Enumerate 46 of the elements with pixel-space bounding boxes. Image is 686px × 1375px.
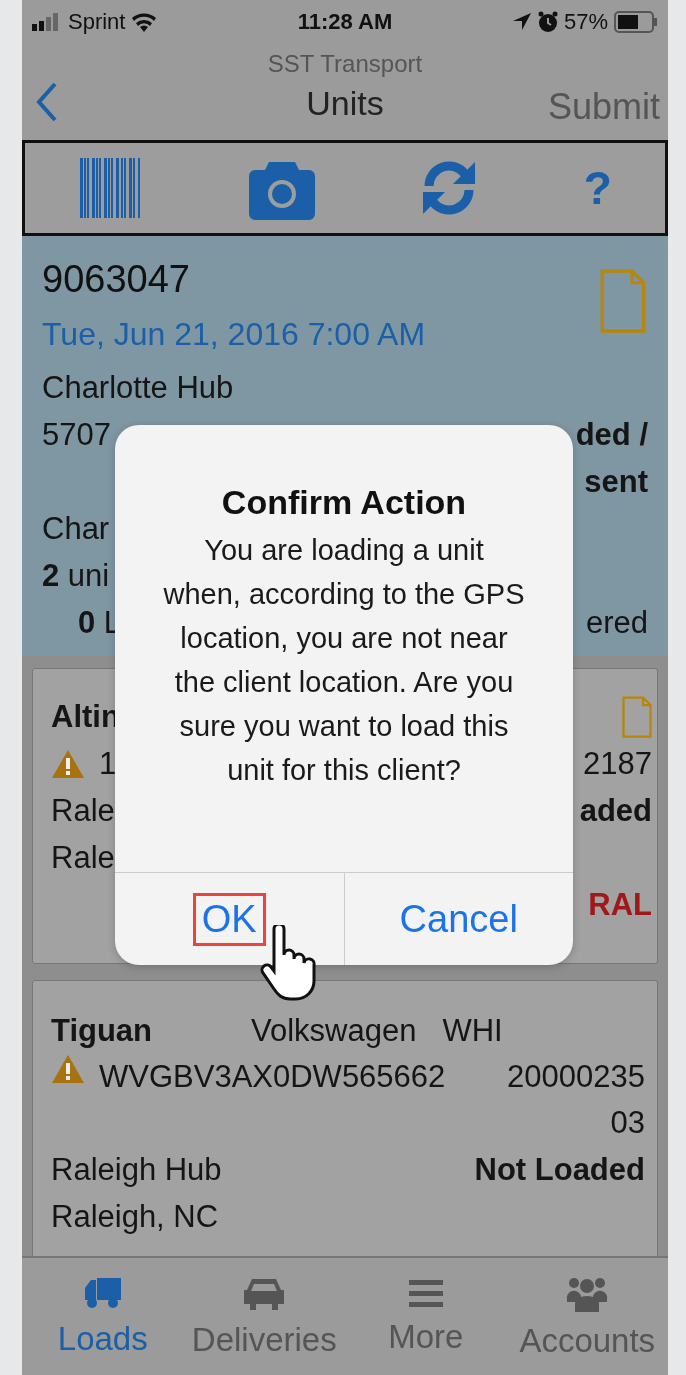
load-number: 9063047 — [42, 258, 190, 302]
unit-location: Raleigh Hub — [51, 1151, 222, 1188]
truck-icon — [82, 1275, 123, 1310]
warning-icon — [51, 748, 85, 779]
load-detail: ered — [585, 604, 648, 641]
unit-detail: Rale — [51, 839, 115, 876]
unit-detail: 1 — [99, 745, 117, 782]
status-time: 11:28 AM — [297, 9, 393, 35]
battery-icon — [614, 11, 658, 33]
unit-code: WHI — [442, 1012, 503, 1049]
barcode-button[interactable] — [78, 156, 143, 220]
menu-icon — [408, 1277, 443, 1308]
unit-status: Not Loaded — [474, 1151, 645, 1188]
app-subtitle: SST Transport — [267, 50, 423, 78]
unit-vin: WVGBV3AX0DW565662 — [99, 1058, 447, 1096]
warning-icon — [51, 1054, 85, 1084]
location-arrow-icon — [511, 12, 532, 32]
unit-detail: Rale — [51, 792, 115, 829]
unit-detail: aded — [579, 792, 652, 829]
help-button[interactable]: ? — [583, 161, 612, 215]
load-detail: sent — [584, 463, 648, 500]
unit-detail: 2187 — [583, 745, 652, 782]
wifi-icon — [131, 12, 158, 32]
origin-name: Charlotte Hub — [42, 369, 234, 406]
alarm-clock-icon — [537, 11, 558, 33]
unit-number: 2000023503 — [506, 1058, 645, 1142]
document-icon[interactable] — [622, 695, 652, 738]
dialog-title: Confirm Action — [220, 483, 468, 522]
load-date: Tue, Jun 21, 2016 7:00 AM — [42, 316, 427, 354]
load-detail: ded / — [575, 416, 648, 453]
submit-button[interactable]: Submit — [547, 86, 660, 128]
dialog-button[interactable]: Cancel — [390, 892, 527, 946]
load-detail: Char — [42, 510, 110, 547]
dialog-button[interactable]: OK — [192, 892, 266, 946]
battery-percent: 57% — [563, 9, 608, 35]
unit-detail: RAL — [588, 886, 652, 923]
carrier-name: Sprint — [68, 9, 126, 35]
unit-model: Tiguan — [51, 1012, 154, 1049]
unit-city: Raleigh, NC — [51, 1198, 219, 1235]
load-detail: 2 uni — [42, 557, 110, 594]
unit-make: Volkswagen — [251, 1012, 417, 1049]
load-detail: 5707 — [42, 416, 111, 453]
back-chevron-icon — [36, 82, 58, 122]
dialog-message: You are loading a unit when, according to the GPS location, you are not near the client location. Are you sure you want to load this unit for this client? — [162, 533, 526, 788]
screen-title: Units — [306, 84, 384, 123]
barcode-icon — [78, 156, 143, 220]
